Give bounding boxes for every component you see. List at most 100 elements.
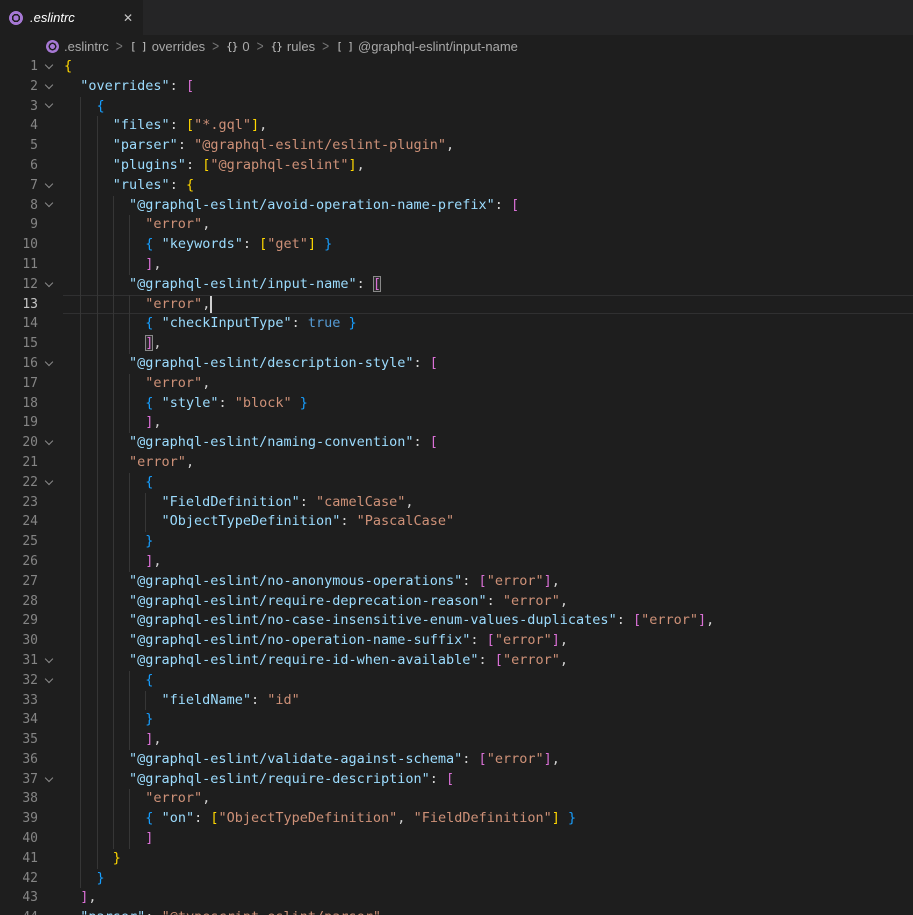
line-number[interactable]: 1 — [0, 57, 38, 77]
line-number[interactable]: 26 — [0, 552, 38, 572]
line-number[interactable]: 7 — [0, 176, 38, 196]
fold-chevron-icon[interactable] — [45, 476, 53, 484]
line-number[interactable]: 34 — [0, 710, 38, 730]
line-number[interactable]: 43 — [0, 888, 38, 908]
fold-chevron-icon[interactable] — [45, 179, 53, 187]
line-number[interactable]: 29 — [0, 611, 38, 631]
code-line[interactable]: 19 ], — [0, 413, 913, 433]
code-line[interactable]: 41 } — [0, 849, 913, 869]
breadcrumb-item--eslintrc[interactable]: .eslintrc — [46, 39, 109, 54]
line-number[interactable]: 20 — [0, 433, 38, 453]
code-line[interactable]: 24 "ObjectTypeDefinition": "PascalCase" — [0, 512, 913, 532]
line-number[interactable]: 39 — [0, 809, 38, 829]
line-number[interactable]: 5 — [0, 136, 38, 156]
code-line[interactable]: 23 "FieldDefinition": "camelCase", — [0, 493, 913, 513]
line-number[interactable]: 36 — [0, 750, 38, 770]
line-number[interactable]: 14 — [0, 314, 38, 334]
code-line[interactable]: 10 { "keywords": ["get"] } — [0, 235, 913, 255]
fold-chevron-icon[interactable] — [45, 80, 53, 88]
code-line[interactable]: 2 "overrides": [ — [0, 77, 913, 97]
line-number[interactable]: 35 — [0, 730, 38, 750]
line-number[interactable]: 30 — [0, 631, 38, 651]
code-line[interactable]: 14 { "checkInputType": true } — [0, 314, 913, 334]
code-line[interactable]: 37 "@graphql-eslint/require-description"… — [0, 770, 913, 790]
line-number[interactable]: 40 — [0, 829, 38, 849]
code-line[interactable]: 32 { — [0, 671, 913, 691]
line-number[interactable]: 42 — [0, 869, 38, 889]
close-icon[interactable]: ✕ — [123, 12, 133, 24]
code-line[interactable]: 42 } — [0, 869, 913, 889]
line-number[interactable]: 18 — [0, 394, 38, 414]
line-number[interactable]: 15 — [0, 334, 38, 354]
line-number[interactable]: 24 — [0, 512, 38, 532]
breadcrumb-item-rules[interactable]: {}rules — [271, 39, 315, 54]
fold-chevron-icon[interactable] — [45, 100, 53, 108]
code-line[interactable]: 4 "files": ["*.gql"], — [0, 116, 913, 136]
line-number[interactable]: 41 — [0, 849, 38, 869]
code-line[interactable]: 28 "@graphql-eslint/require-deprecation-… — [0, 592, 913, 612]
code-line[interactable]: 13 "error", — [0, 295, 913, 315]
code-line[interactable]: 11 ], — [0, 255, 913, 275]
code-line[interactable]: 7 "rules": { — [0, 176, 913, 196]
breadcrumb-item-0[interactable]: {}0 — [226, 39, 249, 54]
line-number[interactable]: 2 — [0, 77, 38, 97]
line-number[interactable]: 25 — [0, 532, 38, 552]
line-number[interactable]: 37 — [0, 770, 38, 790]
code-line[interactable]: 22 { — [0, 473, 913, 493]
line-number[interactable]: 27 — [0, 572, 38, 592]
code-line[interactable]: 8 "@graphql-eslint/avoid-operation-name-… — [0, 196, 913, 216]
code-editor[interactable]: 1{2 "overrides": [3 {4 "files": ["*.gql"… — [0, 57, 913, 915]
code-line[interactable]: 35 ], — [0, 730, 913, 750]
fold-chevron-icon[interactable] — [45, 278, 53, 286]
breadcrumb-item--graphql-eslint-input-name[interactable]: [ ]@graphql-eslint/input-name — [336, 39, 518, 54]
code-line[interactable]: 18 { "style": "block" } — [0, 394, 913, 414]
code-line[interactable]: 25 } — [0, 532, 913, 552]
line-number[interactable]: 10 — [0, 235, 38, 255]
line-number[interactable]: 38 — [0, 789, 38, 809]
code-line[interactable]: 33 "fieldName": "id" — [0, 691, 913, 711]
fold-chevron-icon[interactable] — [45, 674, 53, 682]
fold-chevron-icon[interactable] — [45, 199, 53, 207]
breadcrumb-item-overrides[interactable]: [ ]overrides — [130, 39, 205, 54]
line-number[interactable]: 17 — [0, 374, 38, 394]
code-line[interactable]: 1{ — [0, 57, 913, 77]
line-number[interactable]: 9 — [0, 215, 38, 235]
line-number[interactable]: 31 — [0, 651, 38, 671]
line-number[interactable]: 3 — [0, 97, 38, 117]
line-number[interactable]: 12 — [0, 275, 38, 295]
code-line[interactable]: 16 "@graphql-eslint/description-style": … — [0, 354, 913, 374]
line-number[interactable]: 4 — [0, 116, 38, 136]
fold-chevron-icon[interactable] — [45, 437, 53, 445]
fold-chevron-icon[interactable] — [45, 773, 53, 781]
line-number[interactable]: 22 — [0, 473, 38, 493]
code-line[interactable]: 9 "error", — [0, 215, 913, 235]
code-line[interactable]: 21 "error", — [0, 453, 913, 473]
line-number[interactable]: 21 — [0, 453, 38, 473]
line-number[interactable]: 23 — [0, 493, 38, 513]
line-number[interactable]: 11 — [0, 255, 38, 275]
line-number[interactable]: 33 — [0, 691, 38, 711]
code-line[interactable]: 31 "@graphql-eslint/require-id-when-avai… — [0, 651, 913, 671]
fold-chevron-icon[interactable] — [45, 655, 53, 663]
fold-chevron-icon[interactable] — [45, 61, 53, 69]
code-line[interactable]: 30 "@graphql-eslint/no-operation-name-su… — [0, 631, 913, 651]
code-line[interactable]: 39 { "on": ["ObjectTypeDefinition", "Fie… — [0, 809, 913, 829]
code-line[interactable]: 5 "parser": "@graphql-eslint/eslint-plug… — [0, 136, 913, 156]
code-line[interactable]: 12 "@graphql-eslint/input-name": [ — [0, 275, 913, 295]
tab-eslintrc[interactable]: .eslintrc ✕ — [0, 0, 143, 35]
line-number[interactable]: 28 — [0, 592, 38, 612]
line-number[interactable]: 19 — [0, 413, 38, 433]
code-line[interactable]: 20 "@graphql-eslint/naming-convention": … — [0, 433, 913, 453]
line-number[interactable]: 6 — [0, 156, 38, 176]
line-number[interactable]: 32 — [0, 671, 38, 691]
code-line[interactable]: 6 "plugins": ["@graphql-eslint"], — [0, 156, 913, 176]
line-number[interactable]: 44 — [0, 908, 38, 915]
code-line[interactable]: 3 { — [0, 97, 913, 117]
code-line[interactable]: 17 "error", — [0, 374, 913, 394]
code-line[interactable]: 36 "@graphql-eslint/validate-against-sch… — [0, 750, 913, 770]
line-number[interactable]: 8 — [0, 196, 38, 216]
code-line[interactable]: 38 "error", — [0, 789, 913, 809]
fold-chevron-icon[interactable] — [45, 358, 53, 366]
code-line[interactable]: 27 "@graphql-eslint/no-anonymous-operati… — [0, 572, 913, 592]
code-line[interactable]: 26 ], — [0, 552, 913, 572]
